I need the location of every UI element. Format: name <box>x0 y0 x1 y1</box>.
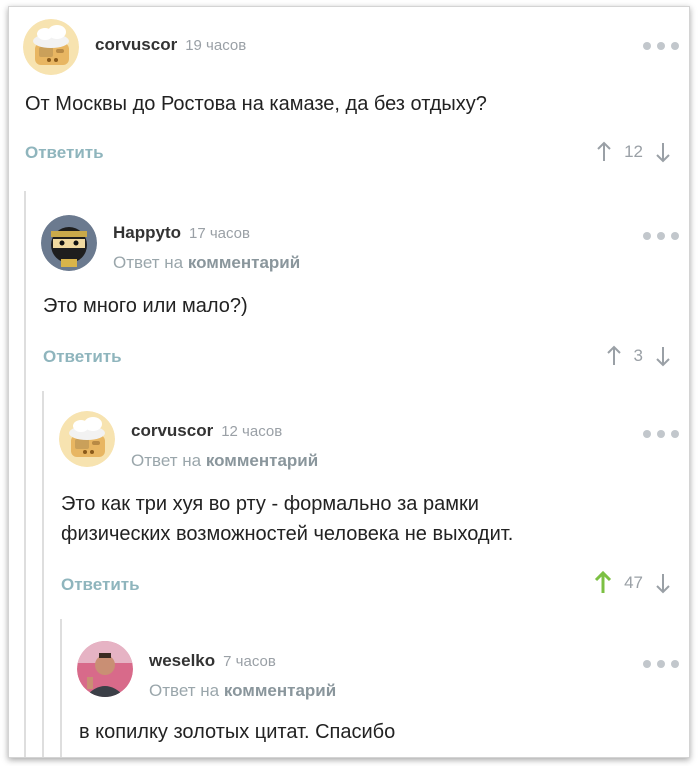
rating-count: 47 <box>624 573 643 592</box>
toaster-avatar[interactable] <box>59 411 115 467</box>
more-options-icon[interactable] <box>643 659 679 669</box>
vote-controls: 3 <box>606 345 671 367</box>
comment: corvuscor 19 часов От Москвы до Ростова н… <box>9 7 689 187</box>
reply-to-link[interactable]: комментарий <box>224 681 336 700</box>
timestamp: 17 часов <box>189 225 250 242</box>
upvote-arrow-icon[interactable] <box>606 345 622 367</box>
ninja-avatar[interactable] <box>41 215 97 271</box>
reply-to-link[interactable]: комментарий <box>188 253 300 272</box>
reply-to: Ответ на комментарий <box>149 681 336 701</box>
reply-button[interactable]: Ответить <box>25 143 104 163</box>
downvote-arrow-icon[interactable] <box>655 572 671 594</box>
more-options-icon[interactable] <box>643 41 679 51</box>
username[interactable]: Happyto 17 часов <box>113 223 250 243</box>
username-text[interactable]: Happyto <box>113 223 181 242</box>
timestamp: 19 часов <box>185 37 247 54</box>
reply-to-prefix: Ответ на <box>131 451 202 470</box>
comment-text: От Москвы до Ростова на камазе, да без о… <box>25 93 487 115</box>
username-text[interactable]: weselko <box>149 651 215 670</box>
downvote-arrow-icon[interactable] <box>655 141 671 163</box>
upvote-arrow-icon[interactable] <box>596 141 612 163</box>
comment: corvuscor 12 часов Ответ на комментарий Э… <box>45 393 689 617</box>
reply-to-prefix: Ответ на <box>113 253 184 272</box>
username-text[interactable]: corvuscor <box>131 421 213 440</box>
timestamp: 12 часов <box>221 423 283 440</box>
reply-to: Ответ на комментарий <box>131 451 318 471</box>
username[interactable]: weselko 7 часов <box>149 651 276 671</box>
thread-line <box>42 391 44 757</box>
comment-text: в копилку золотых цитат. Спасибо <box>79 721 396 743</box>
comment: Happyto 17 часов Ответ на комментарий Это… <box>27 193 689 388</box>
toaster-avatar[interactable] <box>23 19 79 75</box>
more-options-icon[interactable] <box>643 429 679 439</box>
thread-line <box>60 619 62 757</box>
timestamp: 7 часов <box>223 653 276 670</box>
reply-to-prefix: Ответ на <box>149 681 220 700</box>
username-text[interactable]: corvuscor <box>95 35 177 54</box>
comment-text-line1: Это как три хуя во рту - формально за ра… <box>61 493 479 515</box>
reply-to-link[interactable]: комментарий <box>206 451 318 470</box>
comment: weselko 7 часов Ответ на комментарий в ко… <box>63 621 689 757</box>
vote-controls: 12 <box>596 141 671 163</box>
thread-line <box>24 191 26 757</box>
vote-controls: 47 <box>594 571 671 595</box>
upvote-arrow-icon[interactable] <box>594 571 612 595</box>
username[interactable]: corvuscor 19 часов <box>95 35 246 55</box>
rating-count: 12 <box>624 142 643 161</box>
more-options-icon[interactable] <box>643 231 679 241</box>
comment-thread: corvuscor 19 часов От Москвы до Ростова н… <box>8 6 690 758</box>
photo-avatar[interactable] <box>77 641 133 697</box>
reply-button[interactable]: Ответить <box>61 575 140 595</box>
downvote-arrow-icon[interactable] <box>655 345 671 367</box>
username[interactable]: corvuscor 12 часов <box>131 421 282 441</box>
comment-text: Это много или мало?) <box>43 295 248 317</box>
rating-count: 3 <box>633 346 643 365</box>
reply-button[interactable]: Ответить <box>43 347 122 367</box>
comment-text-line2: физических возможностей человека не выхо… <box>61 523 514 545</box>
reply-to: Ответ на комментарий <box>113 253 300 273</box>
